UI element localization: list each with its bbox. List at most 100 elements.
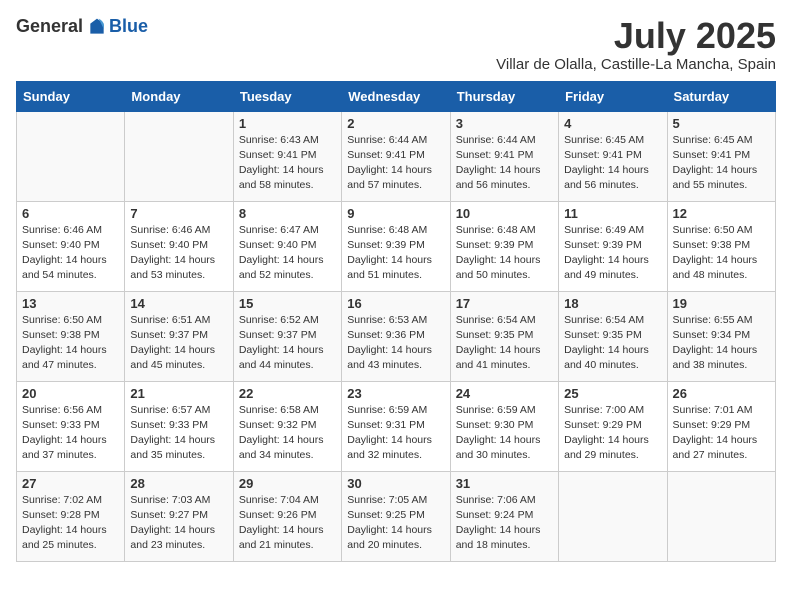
calendar-week-3: 13Sunrise: 6:50 AMSunset: 9:38 PMDayligh…: [17, 291, 776, 381]
day-info: Sunrise: 7:04 AMSunset: 9:26 PMDaylight:…: [239, 493, 336, 554]
calendar-cell: 3 Sunrise: 6:44 AMSunset: 9:41 PMDaylight…: [450, 111, 558, 201]
day-number: 1: [239, 116, 336, 131]
day-number: 11: [564, 206, 661, 221]
day-info: Sunrise: 6:48 AMSunset: 9:39 PMDaylight:…: [347, 223, 444, 284]
day-info: Sunrise: 7:06 AMSunset: 9:24 PMDaylight:…: [456, 493, 553, 554]
day-number: 9: [347, 206, 444, 221]
day-number: 15: [239, 296, 336, 311]
calendar-cell: 10Sunrise: 6:48 AMSunset: 9:39 PMDayligh…: [450, 201, 558, 291]
day-number: 30: [347, 476, 444, 491]
day-number: 31: [456, 476, 553, 491]
calendar-cell: [125, 111, 233, 201]
calendar-cell: 11 Sunrise: 6:49 AMSunset: 9:39 PMDayligh…: [559, 201, 667, 291]
day-number: 18: [564, 296, 661, 311]
day-number: 24: [456, 386, 553, 401]
calendar-cell: 22Sunrise: 6:58 AMSunset: 9:32 PMDayligh…: [233, 381, 341, 471]
day-info: Sunrise: 6:45 AMSunset: 9:41 PMDaylight:…: [564, 133, 661, 194]
day-info: Sunrise: 6:44 AMSunset: 9:41 PMDaylight:…: [456, 133, 553, 194]
day-number: 16: [347, 296, 444, 311]
logo-general: General: [16, 16, 83, 37]
calendar-cell: 17 Sunrise: 6:54 AMSunset: 9:35 PMDayligh…: [450, 291, 558, 381]
header: General Blue July 2025 Villar de Olalla,…: [16, 16, 776, 73]
calendar-week-4: 20 Sunrise: 6:56 AMSunset: 9:33 PMDayligh…: [17, 381, 776, 471]
month-title: July 2025: [496, 16, 776, 56]
calendar-cell: 18 Sunrise: 6:54 AMSunset: 9:35 PMDayligh…: [559, 291, 667, 381]
day-number: 21: [130, 386, 227, 401]
day-number: 26: [673, 386, 770, 401]
calendar-cell: 8 Sunrise: 6:47 AMSunset: 9:40 PMDaylight…: [233, 201, 341, 291]
calendar-cell: 7Sunrise: 6:46 AMSunset: 9:40 PMDaylight…: [125, 201, 233, 291]
day-number: 27: [22, 476, 119, 491]
day-info: Sunrise: 6:59 AMSunset: 9:31 PMDaylight:…: [347, 403, 444, 464]
calendar-table: SundayMondayTuesdayWednesdayThursdayFrid…: [16, 81, 776, 562]
day-number: 23: [347, 386, 444, 401]
calendar-cell: 9 Sunrise: 6:48 AMSunset: 9:39 PMDaylight…: [342, 201, 450, 291]
calendar-cell: 2Sunrise: 6:44 AMSunset: 9:41 PMDaylight…: [342, 111, 450, 201]
weekday-header-thursday: Thursday: [450, 81, 558, 111]
day-number: 28: [130, 476, 227, 491]
day-info: Sunrise: 6:54 AMSunset: 9:35 PMDaylight:…: [456, 313, 553, 374]
day-number: 10: [456, 206, 553, 221]
day-info: Sunrise: 6:54 AMSunset: 9:35 PMDaylight:…: [564, 313, 661, 374]
day-info: Sunrise: 6:47 AMSunset: 9:40 PMDaylight:…: [239, 223, 336, 284]
weekday-header-saturday: Saturday: [667, 81, 775, 111]
day-number: 2: [347, 116, 444, 131]
calendar-cell: [17, 111, 125, 201]
title-area: July 2025 Villar de Olalla, Castille-La …: [496, 16, 776, 73]
day-number: 6: [22, 206, 119, 221]
calendar-week-2: 6 Sunrise: 6:46 AMSunset: 9:40 PMDaylight…: [17, 201, 776, 291]
calendar-cell: 23 Sunrise: 6:59 AMSunset: 9:31 PMDayligh…: [342, 381, 450, 471]
day-number: 12: [673, 206, 770, 221]
day-number: 5: [673, 116, 770, 131]
day-info: Sunrise: 6:46 AMSunset: 9:40 PMDaylight:…: [22, 223, 119, 284]
calendar-cell: [667, 471, 775, 561]
day-info: Sunrise: 6:49 AMSunset: 9:39 PMDaylight:…: [564, 223, 661, 284]
day-number: 4: [564, 116, 661, 131]
calendar-cell: 21 Sunrise: 6:57 AMSunset: 9:33 PMDayligh…: [125, 381, 233, 471]
calendar-week-1: 1 Sunrise: 6:43 AMSunset: 9:41 PMDaylight…: [17, 111, 776, 201]
day-info: Sunrise: 7:05 AMSunset: 9:25 PMDaylight:…: [347, 493, 444, 554]
weekday-header-monday: Monday: [125, 81, 233, 111]
calendar-cell: 19 Sunrise: 6:55 AMSunset: 9:34 PMDayligh…: [667, 291, 775, 381]
day-info: Sunrise: 6:57 AMSunset: 9:33 PMDaylight:…: [130, 403, 227, 464]
day-info: Sunrise: 6:51 AMSunset: 9:37 PMDaylight:…: [130, 313, 227, 374]
day-number: 8: [239, 206, 336, 221]
calendar-cell: 27 Sunrise: 7:02 AMSunset: 9:28 PMDayligh…: [17, 471, 125, 561]
day-info: Sunrise: 6:55 AMSunset: 9:34 PMDaylight:…: [673, 313, 770, 374]
logo: General Blue: [16, 16, 148, 37]
day-info: Sunrise: 6:52 AMSunset: 9:37 PMDaylight:…: [239, 313, 336, 374]
day-info: Sunrise: 6:56 AMSunset: 9:33 PMDaylight:…: [22, 403, 119, 464]
calendar-cell: 5 Sunrise: 6:45 AMSunset: 9:41 PMDaylight…: [667, 111, 775, 201]
day-info: Sunrise: 6:50 AMSunset: 9:38 PMDaylight:…: [22, 313, 119, 374]
calendar-cell: 26 Sunrise: 7:01 AMSunset: 9:29 PMDayligh…: [667, 381, 775, 471]
day-number: 19: [673, 296, 770, 311]
day-info: Sunrise: 7:00 AMSunset: 9:29 PMDaylight:…: [564, 403, 661, 464]
day-number: 14: [130, 296, 227, 311]
calendar-cell: 14 Sunrise: 6:51 AMSunset: 9:37 PMDayligh…: [125, 291, 233, 381]
day-number: 3: [456, 116, 553, 131]
logo-icon: [87, 17, 107, 37]
day-info: Sunrise: 7:03 AMSunset: 9:27 PMDaylight:…: [130, 493, 227, 554]
location-title: Villar de Olalla, Castille-La Mancha, Sp…: [496, 56, 776, 73]
day-info: Sunrise: 6:45 AMSunset: 9:41 PMDaylight:…: [673, 133, 770, 194]
day-number: 20: [22, 386, 119, 401]
day-info: Sunrise: 6:50 AMSunset: 9:38 PMDaylight:…: [673, 223, 770, 284]
day-info: Sunrise: 6:53 AMSunset: 9:36 PMDaylight:…: [347, 313, 444, 374]
calendar-cell: 30 Sunrise: 7:05 AMSunset: 9:25 PMDayligh…: [342, 471, 450, 561]
weekday-header-wednesday: Wednesday: [342, 81, 450, 111]
calendar-cell: 28 Sunrise: 7:03 AMSunset: 9:27 PMDayligh…: [125, 471, 233, 561]
calendar-cell: 13Sunrise: 6:50 AMSunset: 9:38 PMDayligh…: [17, 291, 125, 381]
calendar-cell: 16 Sunrise: 6:53 AMSunset: 9:36 PMDayligh…: [342, 291, 450, 381]
weekday-header-sunday: Sunday: [17, 81, 125, 111]
day-info: Sunrise: 7:01 AMSunset: 9:29 PMDaylight:…: [673, 403, 770, 464]
weekday-header-friday: Friday: [559, 81, 667, 111]
day-info: Sunrise: 6:43 AMSunset: 9:41 PMDaylight:…: [239, 133, 336, 194]
calendar-cell: [559, 471, 667, 561]
calendar-cell: 25Sunrise: 7:00 AMSunset: 9:29 PMDayligh…: [559, 381, 667, 471]
day-number: 17: [456, 296, 553, 311]
calendar-cell: 4 Sunrise: 6:45 AMSunset: 9:41 PMDaylight…: [559, 111, 667, 201]
day-number: 7: [130, 206, 227, 221]
calendar-cell: 24Sunrise: 6:59 AMSunset: 9:30 PMDayligh…: [450, 381, 558, 471]
logo-blue: Blue: [109, 16, 148, 37]
day-info: Sunrise: 7:02 AMSunset: 9:28 PMDaylight:…: [22, 493, 119, 554]
